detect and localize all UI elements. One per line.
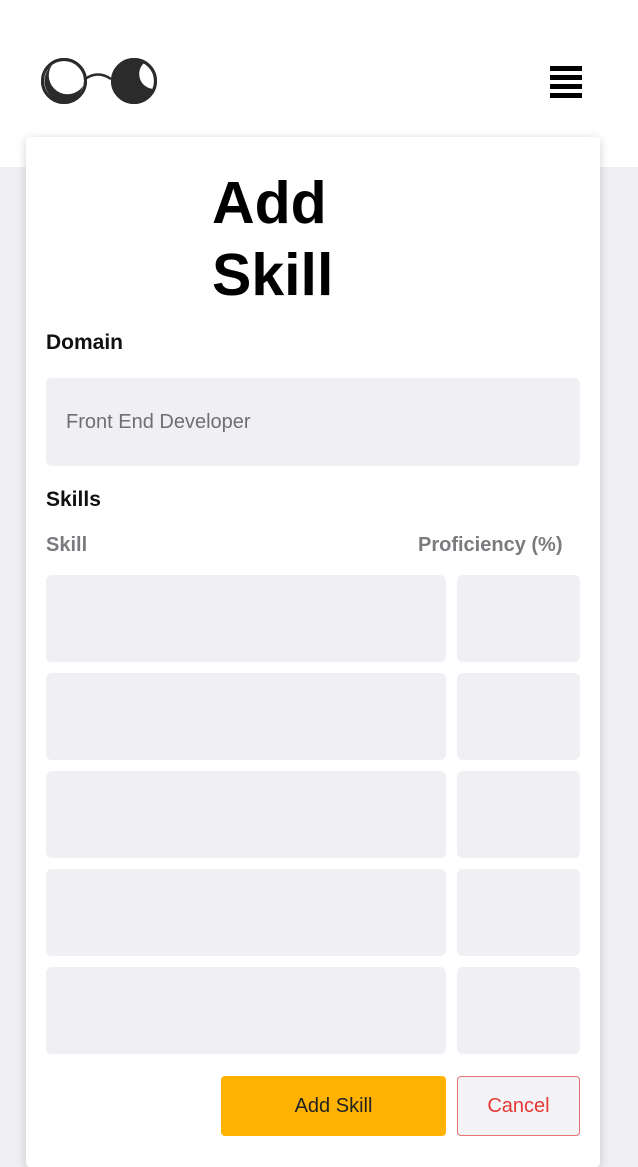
proficiency-input-4[interactable] — [457, 869, 580, 956]
skill-column-header: Skill — [46, 534, 88, 556]
page-title: Add Skill — [212, 167, 392, 311]
proficiency-input-3[interactable] — [457, 771, 580, 858]
skill-input-3[interactable] — [46, 771, 446, 858]
proficiency-input-5[interactable] — [457, 967, 580, 1054]
proficiency-input-2[interactable] — [457, 673, 580, 760]
skill-input-1[interactable] — [46, 575, 446, 662]
cancel-button[interactable]: Cancel — [457, 1076, 580, 1136]
menu-bar — [550, 93, 582, 98]
title-line-1: Add — [212, 170, 327, 236]
domain-input[interactable] — [46, 378, 580, 466]
menu-bar — [550, 75, 582, 80]
glasses-logo-icon[interactable] — [40, 56, 160, 106]
add-skill-card: Add Skill Domain Skills Skill Proficienc… — [26, 137, 600, 1167]
proficiency-input-1[interactable] — [457, 575, 580, 662]
title-line-2: Skill — [212, 242, 334, 308]
skill-input-4[interactable] — [46, 869, 446, 956]
skills-label: Skills — [46, 488, 101, 511]
menu-bar — [550, 66, 582, 71]
menu-bar — [550, 84, 582, 89]
domain-label: Domain — [46, 331, 124, 354]
add-skill-button[interactable]: Add Skill — [221, 1076, 446, 1136]
proficiency-column-header: Proficiency (%) — [418, 534, 563, 556]
skill-input-5[interactable] — [46, 967, 446, 1054]
hamburger-menu-icon[interactable] — [546, 64, 586, 104]
skill-input-2[interactable] — [46, 673, 446, 760]
